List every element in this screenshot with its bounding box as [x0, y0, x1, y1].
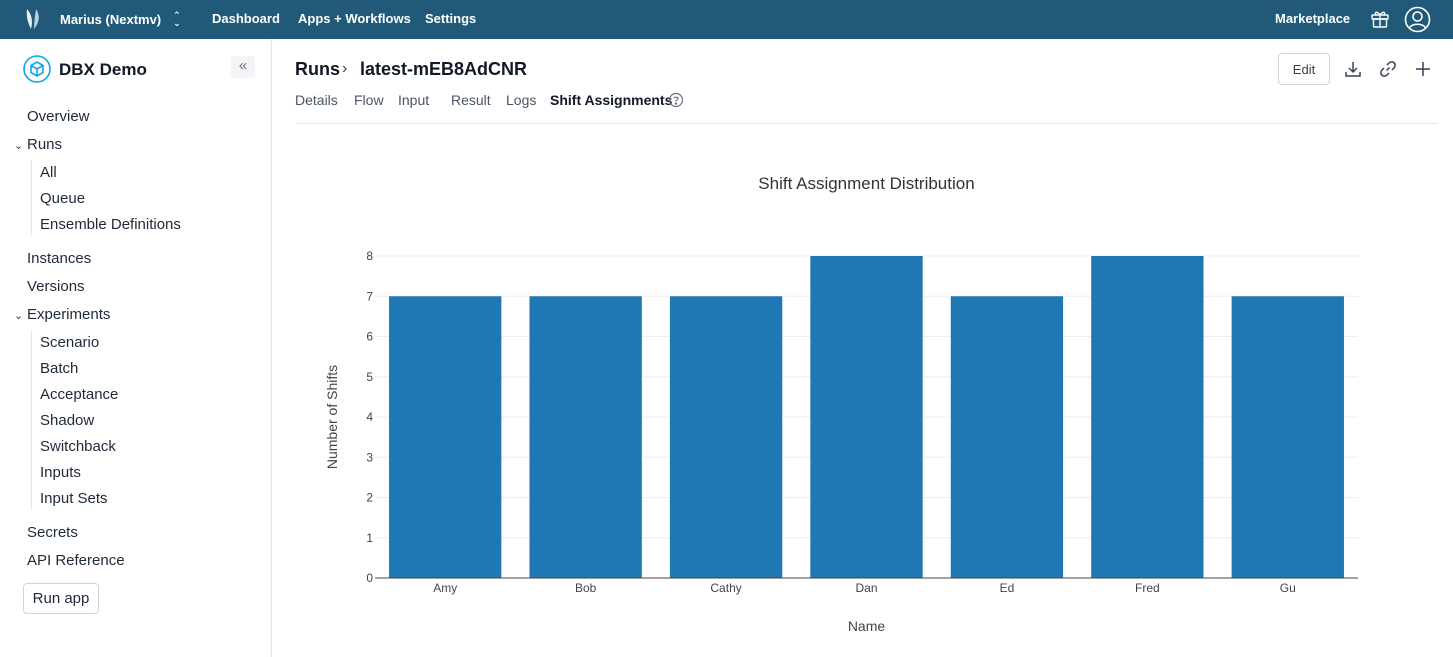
sidebar-item-runs-all[interactable]: All	[40, 164, 57, 181]
x-tick-label: Cathy	[710, 581, 741, 595]
page-title: latest-mEB8AdCNR	[360, 59, 528, 79]
x-tick-label: Fred	[1135, 581, 1160, 595]
shift-assignment-chart: Shift Assignment Distribution 0 1 2 3 4 5 6 7 8 Am…	[324, 174, 1358, 634]
breadcrumb-separator-icon: ›	[342, 60, 348, 77]
nextmv-logo-icon[interactable]	[24, 7, 42, 31]
gift-icon[interactable]	[1370, 9, 1390, 29]
x-tick-label: Bob	[575, 581, 597, 595]
y-tick-label: 0	[366, 571, 373, 585]
sidebar-item-acceptance[interactable]: Acceptance	[40, 386, 118, 403]
sidebar-item-shadow[interactable]: Shadow	[40, 412, 94, 429]
sidebar-item-secrets[interactable]: Secrets	[27, 524, 78, 541]
chart-title: Shift Assignment Distribution	[758, 174, 974, 193]
chevron-up-down-icon: ⌃ ⌄	[173, 10, 181, 28]
app-title: DBX Demo	[59, 60, 147, 79]
collapse-sidebar-button[interactable]: «	[231, 56, 255, 78]
y-tick-label: 6	[366, 330, 373, 344]
y-tick-label: 3	[366, 450, 373, 464]
x-tick-label: Amy	[433, 581, 457, 595]
double-chevron-left-icon: «	[238, 57, 248, 74]
x-tick-label: Gu	[1280, 581, 1296, 595]
y-axis-title: Number of Shifts	[324, 365, 340, 469]
y-tick-label: 5	[366, 370, 373, 384]
nav-settings[interactable]: Settings	[425, 11, 476, 26]
y-tick-label: 1	[366, 531, 373, 545]
bar-ed	[950, 296, 1064, 578]
sidebar-item-runs[interactable]: Runs	[27, 136, 62, 153]
sidebar-item-batch[interactable]: Batch	[40, 360, 78, 377]
run-app-button[interactable]: Run app	[23, 583, 99, 614]
nav-marketplace[interactable]: Marketplace	[1275, 11, 1350, 26]
x-tick-label: Ed	[1000, 581, 1015, 595]
tab-logs[interactable]: Logs	[506, 92, 536, 108]
tab-details[interactable]: Details	[295, 92, 338, 108]
tab-divider	[295, 123, 1438, 124]
y-tick-label: 4	[366, 410, 373, 424]
y-tick-label: 2	[366, 491, 373, 505]
organization-switcher[interactable]: Marius (Nextmv) ⌃ ⌄	[60, 10, 181, 28]
help-circle-icon[interactable]	[668, 92, 684, 108]
y-tick-label: 8	[366, 249, 373, 263]
app-cube-icon	[23, 55, 51, 83]
bar-fred	[1091, 256, 1204, 578]
sidebar-item-api-reference[interactable]: API Reference	[27, 552, 125, 569]
sidebar-item-input-sets[interactable]: Input Sets	[40, 490, 108, 507]
bar-gu	[1231, 296, 1344, 578]
bar-dan	[810, 256, 923, 578]
app-sidebar: DBX Demo « Overview ⌄ Runs All Queue Ens…	[0, 39, 272, 657]
sidebar-item-scenario[interactable]: Scenario	[40, 334, 99, 351]
tab-shift-assignments[interactable]: Shift Assignments	[550, 92, 672, 108]
bar-bob	[529, 296, 642, 578]
top-navigation-bar: Marius (Nextmv) ⌃ ⌄ Dashboard Apps + Work…	[0, 0, 1453, 39]
tab-result[interactable]: Result	[451, 92, 491, 108]
sidebar-item-versions[interactable]: Versions	[27, 278, 85, 295]
download-icon[interactable]	[1343, 59, 1363, 79]
sidebar-item-switchback[interactable]: Switchback	[40, 438, 116, 455]
sidebar-item-runs-queue[interactable]: Queue	[40, 190, 85, 207]
nav-dashboard[interactable]: Dashboard	[212, 11, 280, 26]
user-account-icon[interactable]	[1404, 6, 1431, 33]
nav-apps-workflows[interactable]: Apps + Workflows	[298, 11, 411, 26]
chevron-down-icon[interactable]: ⌄	[14, 139, 23, 152]
bar-amy	[389, 296, 502, 578]
edit-button[interactable]: Edit	[1278, 53, 1330, 85]
bar-cathy	[669, 296, 783, 578]
tab-input[interactable]: Input	[398, 92, 429, 108]
tab-flow[interactable]: Flow	[354, 92, 384, 108]
sidebar-item-inputs[interactable]: Inputs	[40, 464, 81, 481]
sidebar-item-instances[interactable]: Instances	[27, 250, 91, 267]
tree-guide-line	[31, 160, 32, 236]
x-tick-label: Dan	[855, 581, 877, 595]
chevron-down-icon[interactable]: ⌄	[14, 309, 23, 322]
tree-guide-line	[31, 330, 32, 510]
y-tick-label: 7	[366, 289, 373, 303]
sidebar-item-experiments[interactable]: Experiments	[27, 306, 110, 323]
sidebar-item-runs-ensemble-definitions[interactable]: Ensemble Definitions	[40, 216, 181, 233]
breadcrumb-runs[interactable]: Runs	[295, 59, 340, 80]
x-axis-title: Name	[848, 618, 886, 634]
sidebar-item-overview[interactable]: Overview	[27, 108, 90, 125]
plus-icon[interactable]	[1413, 59, 1433, 79]
organization-name: Marius (Nextmv)	[60, 11, 162, 27]
link-icon[interactable]	[1378, 59, 1398, 79]
